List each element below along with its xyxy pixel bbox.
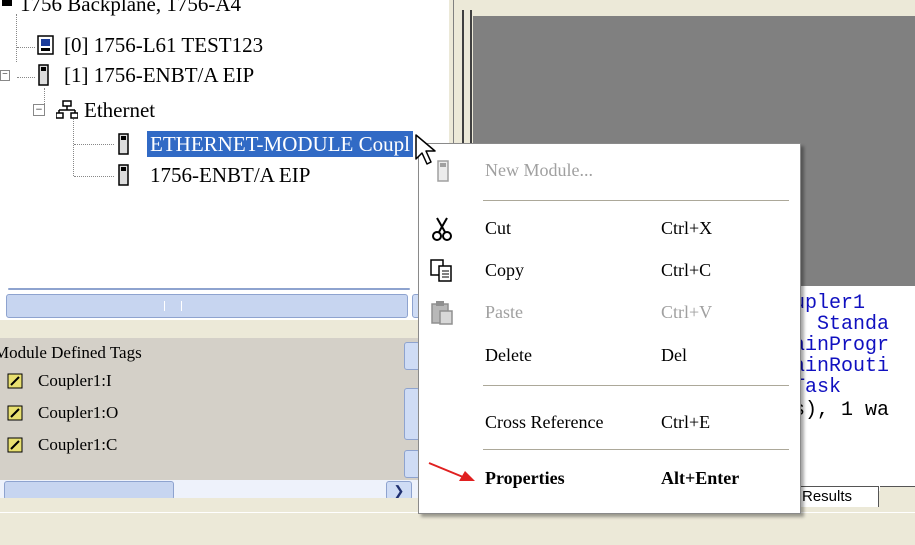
tag-icon (7, 373, 23, 389)
scrollbar-thumb[interactable] (4, 481, 174, 498)
module-defined-tags-pane: Module Defined Tags Coupler1:I Coupler1:… (0, 338, 418, 498)
output-line: ainProgr (793, 334, 890, 357)
module-icon (118, 133, 129, 155)
scroll-right-button[interactable]: ❯ (386, 481, 412, 498)
menu-item-delete[interactable]: Delete Del (419, 335, 800, 379)
copy-icon (430, 259, 452, 282)
menu-item-cut[interactable]: Cut Ctrl+X (419, 208, 800, 252)
tree-line (17, 47, 35, 48)
module-icon (38, 64, 49, 86)
menu-separator (483, 449, 789, 450)
annotation-arrow-icon (428, 462, 475, 481)
tab-next[interactable] (880, 486, 915, 507)
scroll-down-button[interactable] (404, 450, 418, 478)
tree-line (17, 77, 35, 78)
tree-line (16, 14, 17, 62)
menu-separator (483, 200, 789, 201)
context-menu: New Module... Cut Ctrl+X Copy Ctrl+C Pas… (418, 143, 801, 514)
tags-horizontal-scrollbar[interactable]: ❯ (0, 480, 418, 498)
backplane-icon (2, 0, 12, 6)
tag-icon (7, 405, 23, 421)
output-line: s), 1 wa (793, 399, 890, 422)
collapse-icon[interactable]: − (0, 70, 10, 81)
output-line: upler1 (793, 292, 866, 315)
menu-item-new-module[interactable]: New Module... (419, 150, 800, 194)
controller-organizer-tree[interactable]: 1756 Backplane, 1756-A4 [0] 1756-L61 TES… (0, 0, 448, 290)
scroll-up-button[interactable] (404, 342, 418, 370)
scrollbar-thumb[interactable] (6, 294, 408, 318)
module-icon (118, 164, 129, 186)
tree-horizontal-scrollbar[interactable] (0, 290, 448, 320)
pane-splitter[interactable] (0, 320, 448, 338)
menu-item-copy[interactable]: Copy Ctrl+C (419, 250, 800, 294)
tab-results[interactable]: Results (798, 486, 879, 507)
mouse-cursor-icon (415, 134, 436, 165)
menu-separator (483, 385, 789, 386)
menu-item-cross-reference[interactable]: Cross Reference Ctrl+E (419, 402, 800, 446)
tree-line (73, 116, 74, 176)
scrollbar-thumb[interactable] (404, 388, 418, 440)
network-icon (56, 100, 78, 119)
tag-icon (7, 437, 23, 453)
output-line: : Standa (793, 313, 890, 336)
scissors-icon (432, 217, 452, 241)
paste-icon (431, 301, 453, 325)
tree-line (74, 176, 114, 177)
tree-line (74, 144, 114, 145)
menu-item-paste[interactable]: Paste Ctrl+V (419, 292, 800, 336)
output-line: ainRouti (793, 355, 890, 378)
status-bar (0, 512, 915, 545)
controller-icon (37, 35, 54, 55)
collapse-icon[interactable]: − (33, 103, 45, 116)
